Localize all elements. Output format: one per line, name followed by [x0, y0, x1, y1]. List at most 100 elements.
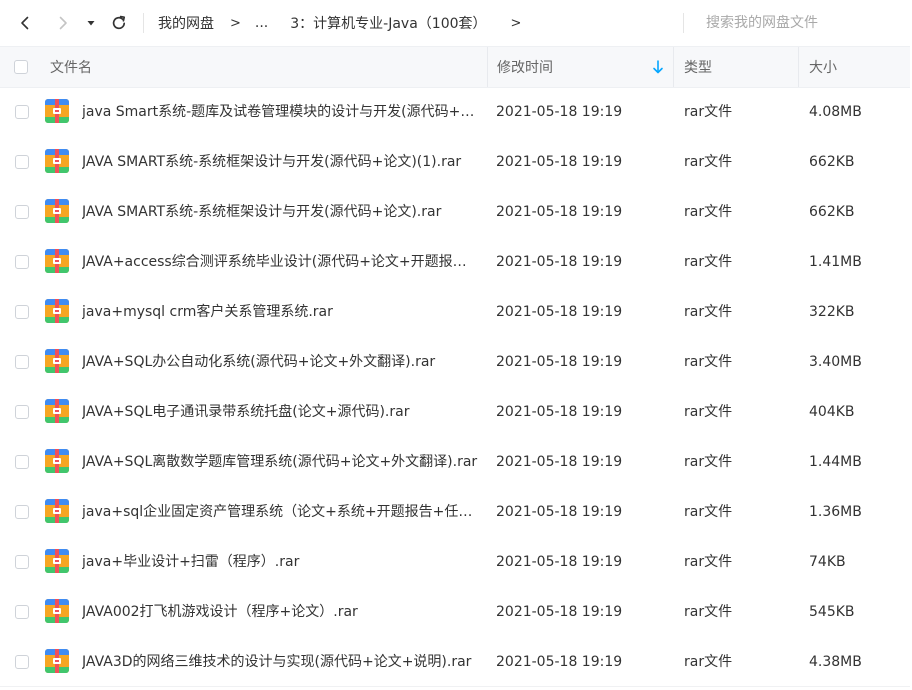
- row-file-size: 662KB: [809, 154, 855, 170]
- select-all-checkbox[interactable]: [14, 60, 28, 74]
- row-modified-time: 2021-05-18 19:19: [496, 254, 623, 270]
- search-divider: [683, 13, 684, 33]
- row-file-name[interactable]: java+sql企业固定资产管理系统（论文+系统+开题报告+任务书）.rar: [82, 487, 480, 537]
- row-file-type: rar文件: [684, 554, 733, 570]
- caret-down-icon: [87, 21, 95, 26]
- row-modified-time: 2021-05-18 19:19: [496, 654, 623, 670]
- row-modified-time: 2021-05-18 19:19: [496, 554, 623, 570]
- row-file-type: rar文件: [684, 104, 733, 120]
- rar-archive-icon: [45, 249, 69, 273]
- row-checkbox[interactable]: [15, 305, 29, 319]
- file-list: java Smart系统-题库及试卷管理模块的设计与开发(源代码+论文).rar…: [0, 87, 910, 687]
- table-row[interactable]: java+mysql crm客户关系管理系统.rar 2021-05-18 19…: [0, 287, 910, 337]
- row-file-size: 662KB: [809, 204, 855, 220]
- row-file-type: rar文件: [684, 654, 733, 670]
- row-modified-time: 2021-05-18 19:19: [496, 104, 623, 120]
- row-checkbox[interactable]: [15, 355, 29, 369]
- table-row[interactable]: JAVA SMART系统-系统框架设计与开发(源代码+论文).rar 2021-…: [0, 187, 910, 237]
- row-file-name[interactable]: JAVA+SQL办公自动化系统(源代码+论文+外文翻译).rar: [82, 337, 480, 387]
- row-checkbox[interactable]: [15, 205, 29, 219]
- rar-archive-icon: [45, 549, 69, 573]
- row-checkbox[interactable]: [15, 455, 29, 469]
- table-row[interactable]: JAVA3D的网络三维技术的设计与实现(源代码+论文+说明).rar 2021-…: [0, 637, 910, 687]
- rar-archive-icon: [45, 299, 69, 323]
- row-checkbox[interactable]: [15, 555, 29, 569]
- file-table-header: 文件名 修改时间 类型 大小: [0, 46, 910, 88]
- row-modified-time: 2021-05-18 19:19: [496, 604, 623, 620]
- row-file-size: 1.44MB: [809, 454, 862, 470]
- column-header-size-label: 大小: [809, 60, 837, 76]
- row-modified-time: 2021-05-18 19:19: [496, 454, 623, 470]
- row-file-name[interactable]: java+mysql crm客户关系管理系统.rar: [82, 287, 480, 337]
- row-checkbox[interactable]: [15, 405, 29, 419]
- table-row[interactable]: JAVA+SQL电子通讯录带系统托盘(论文+源代码).rar 2021-05-1…: [0, 387, 910, 437]
- row-file-size: 74KB: [809, 554, 846, 570]
- column-header-name-label: 文件名: [50, 60, 92, 76]
- forward-button[interactable]: [48, 8, 78, 38]
- row-file-type: rar文件: [684, 454, 733, 470]
- table-row[interactable]: JAVA+access综合测评系统毕业设计(源代码+论文+开题报告).rar 2…: [0, 237, 910, 287]
- header-select-all[interactable]: [14, 47, 34, 87]
- table-row[interactable]: JAVA002打飞机游戏设计（程序+论文）.rar 2021-05-18 19:…: [0, 587, 910, 637]
- column-header-type-label: 类型: [684, 60, 712, 76]
- table-row[interactable]: JAVA+SQL办公自动化系统(源代码+论文+外文翻译).rar 2021-05…: [0, 337, 910, 387]
- rar-archive-icon: [45, 399, 69, 423]
- column-header-time[interactable]: 修改时间: [487, 47, 673, 87]
- row-file-name[interactable]: JAVA3D的网络三维技术的设计与实现(源代码+论文+说明).rar: [82, 637, 480, 687]
- row-checkbox[interactable]: [15, 105, 29, 119]
- table-row[interactable]: JAVA+SQL离散数学题库管理系统(源代码+论文+外文翻译).rar 2021…: [0, 437, 910, 487]
- row-file-name[interactable]: JAVA+SQL电子通讯录带系统托盘(论文+源代码).rar: [82, 387, 480, 437]
- search-input[interactable]: [696, 9, 912, 37]
- row-checkbox[interactable]: [15, 255, 29, 269]
- row-checkbox[interactable]: [15, 155, 29, 169]
- back-button[interactable]: [10, 8, 40, 38]
- table-row[interactable]: java+sql企业固定资产管理系统（论文+系统+开题报告+任务书）.rar 2…: [0, 487, 910, 537]
- history-dropdown-button[interactable]: [78, 8, 104, 38]
- row-file-type: rar文件: [684, 204, 733, 220]
- sort-down-arrow-icon[interactable]: [651, 59, 665, 75]
- breadcrumb-current-folder[interactable]: 3：计算机专业-Java（100套）: [290, 13, 486, 33]
- row-file-type: rar文件: [684, 254, 733, 270]
- breadcrumb: 我的网盘 > ... 3：计算机专业-Java（100套） >: [158, 0, 521, 46]
- row-file-name[interactable]: JAVA SMART系统-系统框架设计与开发(源代码+论文)(1).rar: [82, 137, 480, 187]
- column-header-size[interactable]: 大小: [798, 47, 910, 87]
- row-file-name[interactable]: JAVA002打飞机游戏设计（程序+论文）.rar: [82, 587, 480, 637]
- table-row[interactable]: JAVA SMART系统-系统框架设计与开发(源代码+论文)(1).rar 20…: [0, 137, 910, 187]
- breadcrumb-tail-separator[interactable]: >: [511, 16, 522, 31]
- rar-archive-icon: [45, 649, 69, 673]
- row-file-name[interactable]: JAVA+SQL离散数学题库管理系统(源代码+论文+外文翻译).rar: [82, 437, 480, 487]
- table-row[interactable]: java+毕业设计+扫雷（程序）.rar 2021-05-18 19:19 ra…: [0, 537, 910, 587]
- rar-archive-icon: [45, 199, 69, 223]
- row-file-size: 1.41MB: [809, 254, 862, 270]
- row-file-name[interactable]: JAVA+access综合测评系统毕业设计(源代码+论文+开题报告).rar: [82, 237, 480, 287]
- row-checkbox[interactable]: [15, 655, 29, 669]
- row-checkbox[interactable]: [15, 505, 29, 519]
- nav-divider: [143, 13, 144, 33]
- row-file-type: rar文件: [684, 354, 733, 370]
- row-modified-time: 2021-05-18 19:19: [496, 154, 623, 170]
- row-file-name[interactable]: JAVA SMART系统-系统框架设计与开发(源代码+论文).rar: [82, 187, 480, 237]
- row-file-size: 4.08MB: [809, 104, 862, 120]
- row-file-size: 1.36MB: [809, 504, 862, 520]
- row-file-type: rar文件: [684, 304, 733, 320]
- row-modified-time: 2021-05-18 19:19: [496, 354, 623, 370]
- rar-archive-icon: [45, 99, 69, 123]
- rar-archive-icon: [45, 499, 69, 523]
- table-row[interactable]: java Smart系统-题库及试卷管理模块的设计与开发(源代码+论文).rar…: [0, 87, 910, 137]
- row-modified-time: 2021-05-18 19:19: [496, 404, 623, 420]
- column-header-type[interactable]: 类型: [673, 47, 798, 87]
- refresh-button[interactable]: [104, 8, 134, 38]
- row-file-size: 4.38MB: [809, 654, 862, 670]
- row-file-size: 3.40MB: [809, 354, 862, 370]
- row-file-size: 322KB: [809, 304, 855, 320]
- row-file-type: rar文件: [684, 154, 733, 170]
- breadcrumb-separator: >: [230, 15, 241, 31]
- top-navigation-bar: 我的网盘 > ... 3：计算机专业-Java（100套） >: [0, 0, 912, 46]
- column-header-name[interactable]: 文件名: [50, 47, 480, 87]
- row-checkbox[interactable]: [15, 605, 29, 619]
- breadcrumb-ellipsis[interactable]: ...: [255, 15, 268, 31]
- breadcrumb-root[interactable]: 我的网盘: [158, 13, 214, 33]
- row-file-type: rar文件: [684, 404, 733, 420]
- row-file-name[interactable]: java+毕业设计+扫雷（程序）.rar: [82, 537, 480, 587]
- row-file-name[interactable]: java Smart系统-题库及试卷管理模块的设计与开发(源代码+论文).rar: [82, 87, 480, 137]
